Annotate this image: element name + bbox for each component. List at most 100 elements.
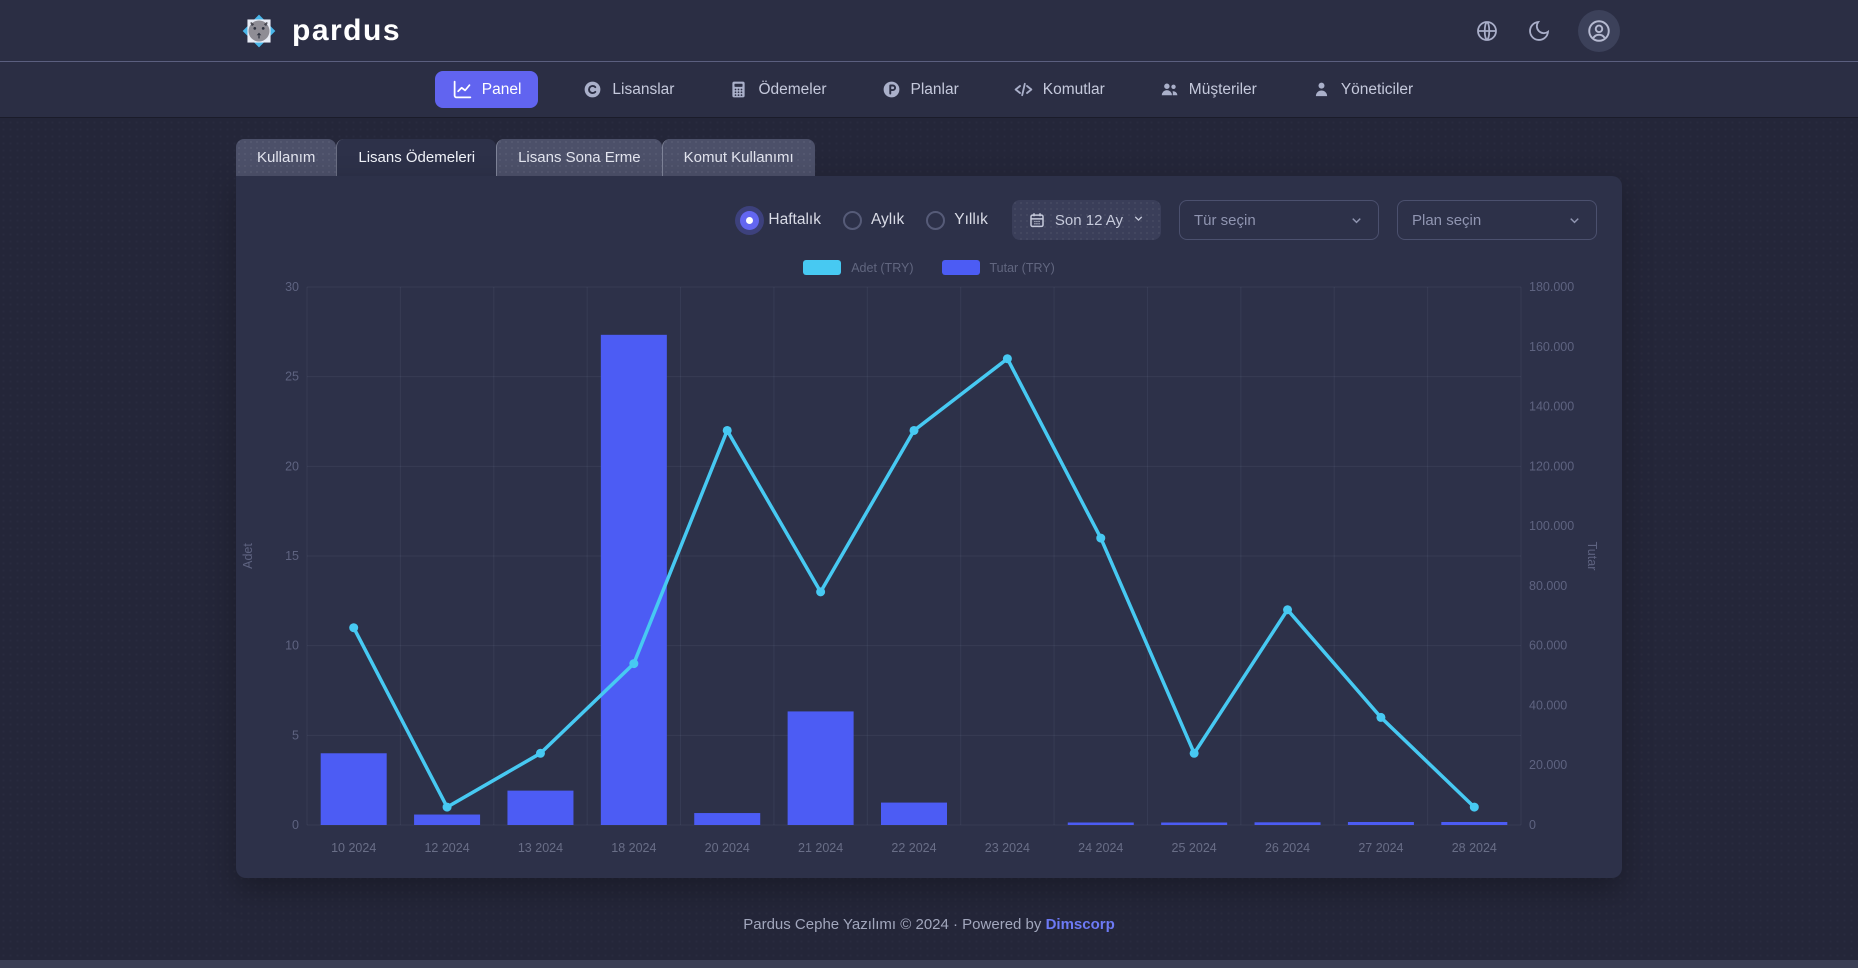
chart-line-icon [452,79,473,100]
date-range-label: Son 12 Ay [1055,212,1123,229]
chevron-down-icon [1132,212,1145,229]
tab-lisans-odemeleri[interactable]: Lisans Ödemeleri [336,139,496,176]
bar-12 2024 [414,815,480,825]
plan-select[interactable]: Plan seçin [1397,200,1597,240]
period-radio-yillik[interactable]: Yıllık [926,211,988,230]
nav-item-musteriler[interactable]: Müşteriler [1149,71,1267,108]
svg-text:24 2024: 24 2024 [1078,841,1123,855]
header-actions [1474,10,1620,52]
dimscorp-link[interactable]: Dimscorp [1046,916,1115,933]
point-10 2024 [349,623,358,632]
combo-chart: 051015202530020.00040.00060.00080.000100… [236,270,1622,870]
bar-13 2024 [507,791,573,825]
brand: pardus [238,10,401,52]
moon-icon [1527,19,1551,43]
svg-text:12 2024: 12 2024 [424,841,469,855]
footer-text: Pardus Cephe Yazılımı © 2024 · Powered b… [743,916,1041,933]
chevron-down-icon [1567,213,1582,228]
nav-item-label: Ödemeler [758,81,826,99]
nav-item-yoneticiler[interactable]: Yöneticiler [1301,71,1423,108]
user-avatar-button[interactable] [1578,10,1620,52]
nav-item-planlar[interactable]: Planlar [871,71,969,108]
point-13 2024 [536,749,545,758]
radio-selected-icon [740,211,759,230]
point-28 2024 [1470,803,1479,812]
period-radio-aylik[interactable]: Aylık [843,211,904,230]
bar-18 2024 [601,335,667,825]
circle-p-icon [881,79,902,100]
tab-kullanim[interactable]: Kullanım [236,139,336,176]
bar-22 2024 [881,803,947,825]
point-25 2024 [1190,749,1199,758]
svg-text:80.000: 80.000 [1529,579,1567,593]
calendar-icon [1028,211,1046,229]
nav-item-label: Yöneticiler [1341,81,1413,99]
svg-text:20.000: 20.000 [1529,758,1567,772]
period-radio-label: Yıllık [954,211,988,229]
bar-27 2024 [1348,822,1414,825]
svg-text:28 2024: 28 2024 [1452,841,1497,855]
bar-21 2024 [788,711,854,825]
nav-item-komutlar[interactable]: Komutlar [1003,71,1115,108]
main-content: KullanımLisans ÖdemeleriLisans Sona Erme… [0,139,1858,878]
point-12 2024 [443,803,452,812]
tab-komut-kullanimi[interactable]: Komut Kullanımı [662,139,815,176]
svg-text:13 2024: 13 2024 [518,841,563,855]
user-icon [1311,79,1332,100]
chart-tabs: KullanımLisans ÖdemeleriLisans Sona Erme… [236,139,1622,176]
chevron-down-icon [1349,213,1364,228]
theme-moon-button[interactable] [1526,18,1552,44]
svg-text:10: 10 [285,639,299,653]
user-circle-icon [1586,18,1612,44]
svg-text:160.000: 160.000 [1529,340,1574,354]
top-header: pardus [0,0,1858,62]
brand-wordmark: pardus [292,14,401,48]
page-footer: Pardus Cephe Yazılımı © 2024 · Powered b… [0,916,1858,933]
svg-text:Tutar: Tutar [1585,542,1599,571]
point-20 2024 [723,426,732,435]
horizontal-scrollbar[interactable] [0,960,1858,968]
radio-unselected-icon [926,211,945,230]
nav-item-label: Müşteriler [1189,81,1257,99]
bar-24 2024 [1068,823,1134,826]
svg-text:27 2024: 27 2024 [1358,841,1403,855]
period-radio-group: Haftalık Aylık Yıllık [740,211,987,230]
svg-text:60.000: 60.000 [1529,639,1567,653]
svg-text:0: 0 [1529,818,1536,832]
svg-text:5: 5 [292,728,299,742]
type-select[interactable]: Tür seçin [1179,200,1379,240]
tab-lisans-sona-erme[interactable]: Lisans Sona Erme [496,139,662,176]
plan-select-value: Plan seçin [1412,212,1481,229]
svg-text:10 2024: 10 2024 [331,841,376,855]
calculator-icon [728,79,749,100]
nav-item-lisanslar[interactable]: Lisanslar [572,71,684,108]
svg-text:26 2024: 26 2024 [1265,841,1310,855]
users-icon [1159,79,1180,100]
date-range-button[interactable]: Son 12 Ay [1012,200,1161,240]
point-27 2024 [1376,713,1385,722]
svg-text:25 2024: 25 2024 [1172,841,1217,855]
main-nav: Panel Lisanslar Ödemeler Planlar Komutlar Müş… [0,62,1858,117]
nav-item-label: Lisanslar [612,81,674,99]
svg-text:21 2024: 21 2024 [798,841,843,855]
bar-20 2024 [694,813,760,825]
bar-10 2024 [321,753,387,825]
nav-item-odemeler[interactable]: Ödemeler [718,71,836,108]
code-icon [1013,79,1034,100]
period-radio-label: Haftalık [768,211,821,229]
point-26 2024 [1283,605,1292,614]
svg-text:30: 30 [285,280,299,294]
language-globe-button[interactable] [1474,18,1500,44]
svg-text:180.000: 180.000 [1529,280,1574,294]
radio-unselected-icon [843,211,862,230]
pardus-logo-icon [238,10,280,52]
bar-26 2024 [1255,822,1321,825]
chart-controls: HaftalıkAylıkYıllık Son 12 Ay Tür seçin … [236,176,1622,240]
svg-text:Adet: Adet [241,543,255,569]
copyright-icon [582,79,603,100]
period-radio-haftalik[interactable]: Haftalık [740,211,821,230]
svg-text:0: 0 [292,818,299,832]
nav-item-label: Panel [482,81,522,99]
period-radio-label: Aylık [871,211,904,229]
nav-item-panel[interactable]: Panel [435,71,539,108]
